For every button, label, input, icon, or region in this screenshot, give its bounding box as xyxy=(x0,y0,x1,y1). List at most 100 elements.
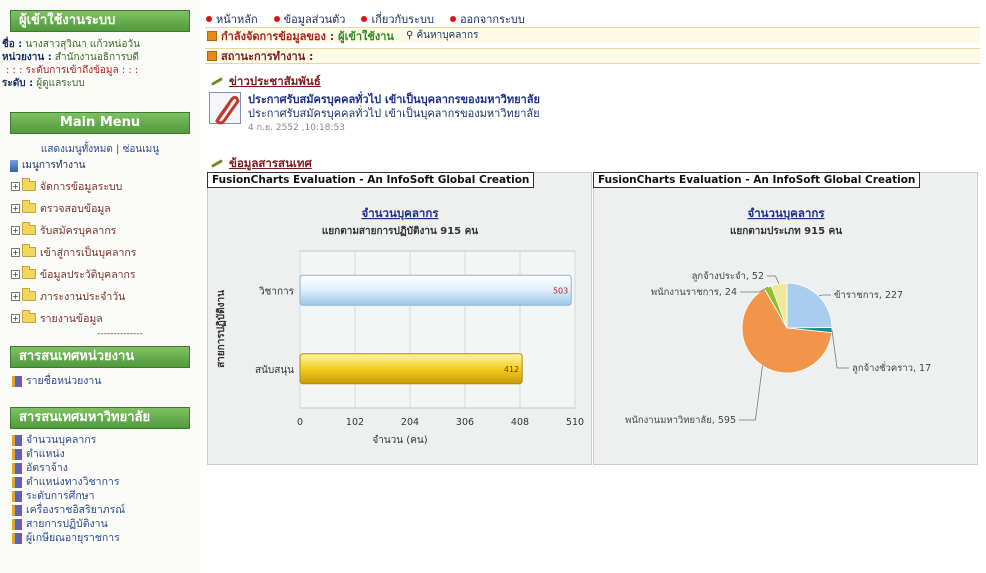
nav-home-link[interactable]: หน้าหลัก xyxy=(206,12,258,26)
univ-link-label: ระดับการศึกษา xyxy=(26,490,95,502)
managing-label: กำลังจัดการข้อมูลของ : xyxy=(221,29,335,43)
menu-item-recruitment[interactable]: + รับสมัครบุคลากร xyxy=(0,219,200,241)
info-section-link[interactable]: ข้อมูลสารสนเทศ xyxy=(211,155,312,173)
book-icon xyxy=(12,476,22,488)
managing-value: ผู้เข้าใช้งาน xyxy=(338,29,394,43)
pie-slice-label: ลูกจ้างประจำ, 52 xyxy=(692,271,764,282)
hide-menu-link[interactable]: ซ่อนเมนู xyxy=(123,144,159,155)
menu-item-label: ตรวจสอบข้อมูล xyxy=(40,202,111,215)
menu-item-label: ข้อมูลประวัติบุคลากร xyxy=(40,268,136,281)
menu-item-personnel-history[interactable]: + ข้อมูลประวัติบุคลากร xyxy=(0,263,200,285)
user-name-value: นางสาวสุวิณา แก้วหน่อวัน xyxy=(25,39,140,50)
book-icon xyxy=(12,490,22,502)
univ-link-label: เครื่องราชอิสริยาภรณ์ xyxy=(26,504,126,516)
book-icon xyxy=(12,462,22,474)
show-all-menu-link[interactable]: แสดงเมนูทั้งหมด xyxy=(41,144,113,155)
folder-icon xyxy=(22,266,36,279)
managing-bar: กำลังจัดการข้อมูลของ : ผู้เข้าใช้งาน ⚲ ค… xyxy=(205,27,980,43)
pie-leader-line xyxy=(818,294,831,297)
main-menu-panel: แสดงเมนูทั้งหมด | ซ่อนเมนู เมนูการทำงาน … xyxy=(0,143,200,339)
book-icon xyxy=(12,434,22,446)
bar-chart-subtitle: แยกตามสายการปฏิบัติงาน 915 คน xyxy=(322,225,478,237)
menu-item-reports[interactable]: + รายงานข้อมูล xyxy=(0,307,200,329)
news-date: 4 ก.ย. 2552 ,10:18:53 xyxy=(248,123,345,133)
book-icon xyxy=(12,532,22,544)
bar-chart-xlabel: จำนวน (คน) xyxy=(372,435,427,446)
nav-about-label: เกี่ยวกับระบบ xyxy=(371,13,434,26)
bar-x-tick-label: 204 xyxy=(401,417,419,428)
univ-link-label: อัตราจ้าง xyxy=(26,462,68,474)
pie-chart-subtitle: แยกตามประเภท 915 คน xyxy=(730,225,842,237)
book-icon xyxy=(12,518,22,530)
univ-info-panel: จำนวนบุคลากร ตำแหน่ง อัตราจ้าง ตำแหน่งทา… xyxy=(0,433,200,545)
bullet-icon xyxy=(449,16,456,22)
univ-link-academic-positions[interactable]: ตำแหน่งทางวิชาการ xyxy=(0,475,200,489)
bar-chart: จำนวนบุคลากร แยกตามสายการปฏิบัติงาน 915 … xyxy=(215,206,584,446)
expand-icon[interactable]: + xyxy=(11,291,20,301)
expand-icon[interactable]: + xyxy=(11,247,20,257)
search-icon: ⚲ xyxy=(405,30,417,41)
menu-divider: -------------- xyxy=(97,329,143,339)
unit-list-link[interactable]: รายชื่อหน่วยงาน xyxy=(0,374,200,388)
univ-link-label: จำนวนบุคลากร xyxy=(26,434,97,446)
univ-link-education-level[interactable]: ระดับการศึกษา xyxy=(0,489,200,503)
expand-icon[interactable]: + xyxy=(11,203,20,213)
expand-icon[interactable]: + xyxy=(11,269,20,279)
nav-logout-link[interactable]: ออกจากระบบ xyxy=(449,12,525,26)
univ-link-royal-decorations[interactable]: เครื่องราชอิสริยาภรณ์ xyxy=(0,503,200,517)
menu-tree-root-label: เมนูการทำงาน xyxy=(22,160,86,171)
user-unit-label: หน่วยงาน : xyxy=(2,52,52,63)
bullet-icon xyxy=(273,16,280,22)
status-square-icon xyxy=(207,51,217,61)
main-menu-header: Main Menu xyxy=(10,112,190,134)
bar-x-tick-label: 102 xyxy=(346,417,364,428)
folder-icon xyxy=(22,178,36,191)
univ-link-work-lines[interactable]: สายการปฏิบัติงาน xyxy=(0,517,200,531)
univ-info-header: สารสนเทศมหาวิทยาลัย xyxy=(10,407,190,429)
unit-list-label: รายชื่อหน่วยงาน xyxy=(26,375,102,387)
bar-x-tick-label: 306 xyxy=(456,417,474,428)
menu-item-system-data[interactable]: + จัดการข้อมูลระบบ xyxy=(0,175,200,197)
bar-chart-frame: FusionCharts Evaluation - An InfoSoft Gl… xyxy=(207,172,592,465)
univ-link-retirees[interactable]: ผู้เกษียณอายุราชการ xyxy=(0,531,200,545)
news-body: ประกาศรับสมัครบุคคลทั่วไป เข้าเป็นบุคลาก… xyxy=(248,107,540,120)
menu-item-label: จัดการข้อมูลระบบ xyxy=(40,180,123,193)
menu-tree-root[interactable]: เมนูการทำงาน xyxy=(0,157,200,175)
status-square-icon xyxy=(207,30,217,41)
univ-link-label: สายการปฏิบัติงาน xyxy=(26,518,108,530)
user-level-value: ผู้ดูแลระบบ xyxy=(36,78,85,89)
bar-x-tick-label: 510 xyxy=(566,417,584,428)
news-headline[interactable]: ประกาศรับสมัครบุคคลทั่วไป เข้าเป็นบุคลาก… xyxy=(248,93,540,107)
news-section-title: ข่าวประชาสัมพันธ์ xyxy=(229,74,321,88)
pie-chart-caption: FusionCharts Evaluation - An InfoSoft Gl… xyxy=(593,172,921,188)
book-icon xyxy=(12,375,22,387)
pie-leader-line xyxy=(767,275,780,284)
bar-mark[interactable] xyxy=(299,274,572,306)
univ-link-positions[interactable]: ตำแหน่ง xyxy=(0,447,200,461)
folder-icon xyxy=(22,244,36,257)
bar-category-label: สนับสนุน xyxy=(255,365,294,376)
nav-about-link[interactable]: เกี่ยวกับระบบ xyxy=(361,12,434,26)
menu-item-onboarding[interactable]: + เข้าสู่การเป็นบุคลากร xyxy=(0,241,200,263)
menu-item-verify-data[interactable]: + ตรวจสอบข้อมูล xyxy=(0,197,200,219)
pen-icon xyxy=(211,77,225,87)
top-navigation: หน้าหลัก ข้อมูลส่วนตัว เกี่ยวกับระบบ ออก… xyxy=(206,12,525,26)
user-unit-row: หน่วยงาน : สำนักงานอธิการบดี xyxy=(0,51,200,64)
bar-mark[interactable] xyxy=(299,353,523,385)
expand-icon[interactable]: + xyxy=(11,181,20,191)
univ-link-personnel-count[interactable]: จำนวนบุคลากร xyxy=(0,433,200,447)
expand-icon[interactable]: + xyxy=(11,225,20,235)
pie-slice[interactable] xyxy=(786,282,833,329)
nav-home-label: หน้าหลัก xyxy=(216,13,258,26)
folder-icon xyxy=(22,222,36,235)
univ-link-employment-rate[interactable]: อัตราจ้าง xyxy=(0,461,200,475)
nav-profile-link[interactable]: ข้อมูลส่วนตัว xyxy=(273,12,345,26)
pie-slice-label: พนักงานราชการ, 24 xyxy=(651,287,737,298)
search-personnel-link[interactable]: ⚲ ค้นหาบุคลากร xyxy=(406,28,478,43)
expand-icon[interactable]: + xyxy=(11,313,20,323)
news-section-link[interactable]: ข่าวประชาสัมพันธ์ xyxy=(211,73,321,91)
info-section-title: ข้อมูลสารสนเทศ xyxy=(229,156,312,170)
bar-value-label: 412 xyxy=(504,365,519,374)
menu-item-daily-workload[interactable]: + ภาระงานประจำวัน xyxy=(0,285,200,307)
sidebar: ผู้เข้าใช้งานระบบ ชื่อ : นางสาวสุวิณา แก… xyxy=(0,0,200,573)
